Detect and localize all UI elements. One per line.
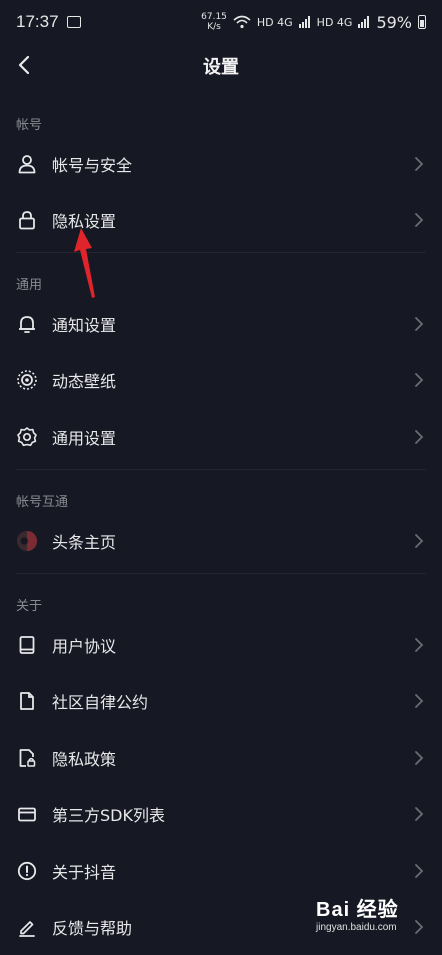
annotation-arrow: [74, 228, 95, 298]
menu-item-label: 帐号与安全: [52, 156, 133, 175]
menu-item-general-settings[interactable]: 通用设置: [0, 409, 442, 465]
menu-item-label: 通用设置: [52, 429, 117, 448]
battery-percent: 59%: [376, 12, 412, 32]
chevron-left-icon[interactable]: [14, 54, 36, 76]
network-label-b: HD 4G: [316, 15, 353, 29]
menu-item-toutiao-home[interactable]: 头条主页: [0, 513, 442, 569]
chevron-right-icon: [415, 694, 424, 708]
chevron-right-icon: [415, 534, 424, 548]
chevron-right-icon: [415, 751, 424, 765]
info-icon: [16, 860, 38, 882]
wallpaper-icon: [16, 369, 38, 391]
toutiao-avatar-icon: [16, 530, 38, 552]
image-notification-icon: [66, 16, 81, 28]
menu-item-label: 通知设置: [52, 316, 117, 335]
chevron-right-icon: [415, 317, 424, 331]
network-speed-unit: K/s: [207, 22, 221, 32]
status-bar: 17:37 67.15 K/s HD 4G HD 4G 59%: [0, 0, 442, 44]
menu-item-privacy-policy[interactable]: 隐私政策: [0, 730, 442, 786]
chevron-right-icon: [415, 213, 424, 227]
menu-item-label: 关于抖音: [52, 863, 117, 882]
wifi-icon: [233, 15, 251, 29]
page-title: 设置: [203, 57, 239, 78]
menu-item-privacy-settings[interactable]: 隐私设置: [0, 192, 442, 248]
watermark-site: jingyan.baidu.com: [316, 922, 397, 933]
edit-icon: [16, 916, 38, 938]
section-label-account-link: 帐号互通: [16, 495, 69, 510]
gear-icon: [16, 426, 38, 448]
menu-item-user-agreement[interactable]: 用户协议: [0, 617, 442, 673]
status-right: 67.15 K/s HD 4G HD 4G 59%: [201, 12, 426, 32]
privacy-doc-icon: [16, 747, 38, 769]
signal-icon: [298, 16, 310, 28]
bell-icon: [16, 313, 38, 335]
book-icon: [16, 634, 38, 656]
menu-item-account-security[interactable]: 帐号与安全: [0, 136, 442, 192]
menu-item-community-guidelines[interactable]: 社区自律公约: [0, 673, 442, 729]
section-label-general: 通用: [16, 278, 43, 293]
chevron-right-icon: [415, 373, 424, 387]
user-icon: [16, 153, 38, 175]
network-speed: 67.15 K/s: [201, 12, 227, 32]
battery-icon: [418, 15, 426, 29]
chevron-right-icon: [415, 430, 424, 444]
menu-item-third-party-sdk[interactable]: 第三方SDK列表: [0, 786, 442, 842]
network-speed-value: 67.15: [201, 12, 227, 22]
baidu-watermark: Bai 经验 jingyan.baidu.com: [316, 893, 426, 933]
menu-item-label: 头条主页: [52, 533, 117, 552]
menu-item-live-wallpaper[interactable]: 动态壁纸: [0, 352, 442, 408]
menu-item-notification-settings[interactable]: 通知设置: [0, 296, 442, 352]
section-label-about: 关于: [16, 599, 43, 614]
menu-item-label: 社区自律公约: [52, 693, 149, 712]
card-icon: [16, 803, 38, 825]
divider: [16, 469, 426, 470]
network-label-a: HD 4G: [256, 15, 293, 29]
divider: [16, 573, 426, 574]
menu-item-label: 反馈与帮助: [52, 919, 133, 938]
document-icon: [16, 690, 38, 712]
menu-item-label: 用户协议: [52, 637, 117, 656]
nav-bar: 设置: [0, 44, 442, 88]
chevron-right-icon: [415, 638, 424, 652]
chevron-right-icon: [415, 864, 424, 878]
lock-icon: [16, 209, 38, 231]
watermark-brand: Bai 经验: [316, 899, 399, 921]
status-time: 17:37: [16, 12, 59, 31]
signal-icon: [358, 16, 370, 28]
chevron-right-icon: [415, 807, 424, 821]
menu-item-about-douyin[interactable]: 关于抖音: [0, 843, 442, 899]
chevron-right-icon: [415, 157, 424, 171]
menu-item-label: 隐私政策: [52, 750, 117, 769]
menu-item-label: 动态壁纸: [52, 372, 117, 391]
section-label-account: 帐号: [16, 118, 43, 133]
menu-item-label: 第三方SDK列表: [52, 806, 165, 825]
